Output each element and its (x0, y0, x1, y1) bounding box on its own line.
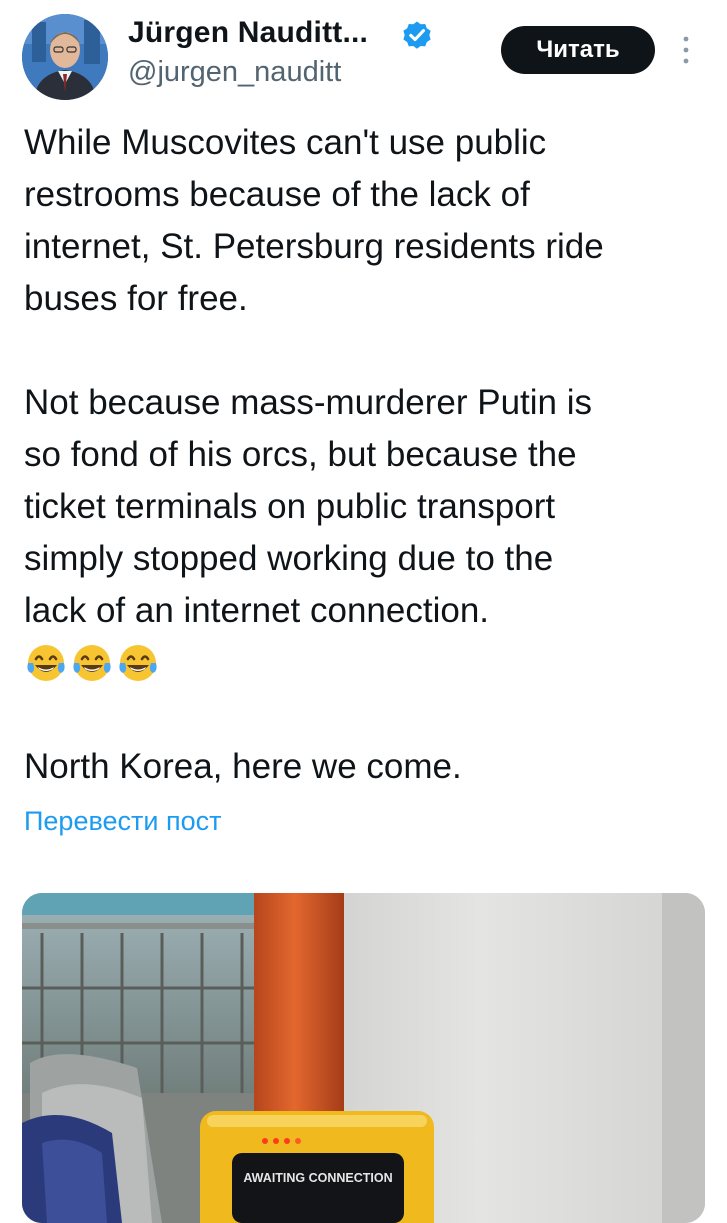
tears-of-joy-emoji-icon (119, 645, 157, 681)
tweet-body: While Muscovites can't use public restro… (24, 117, 714, 793)
more-vertical-icon[interactable] (676, 32, 696, 68)
author-avatar[interactable] (22, 14, 108, 100)
read-button[interactable]: Читать (501, 26, 655, 74)
profile-photo-icon (22, 14, 108, 100)
terminal-screen-text: AWAITING CONNECTION (243, 1171, 392, 1185)
tweet-paragraph: While Muscovites can't use public restro… (24, 123, 604, 318)
emoji-row (24, 637, 714, 689)
author-name[interactable]: Jürgen Nauditt... (128, 16, 368, 50)
translate-post-link[interactable]: Перевести пост (24, 806, 221, 837)
tweet-header: Jürgen Nauditt... @jurgen_nauditt Читать (0, 0, 727, 110)
tears-of-joy-emoji-icon (27, 645, 65, 681)
tweet-paragraph: North Korea, here we come. (24, 747, 462, 786)
verified-badge-icon (403, 21, 431, 49)
tweet-photo[interactable]: AWAITING CONNECTION (22, 893, 705, 1223)
tears-of-joy-emoji-icon (73, 645, 111, 681)
bus-ticket-terminal-photo: AWAITING CONNECTION (22, 893, 705, 1223)
tweet-paragraph: Not because mass-murderer Putin is so fo… (24, 383, 592, 630)
author-handle[interactable]: @jurgen_nauditt (128, 56, 341, 89)
